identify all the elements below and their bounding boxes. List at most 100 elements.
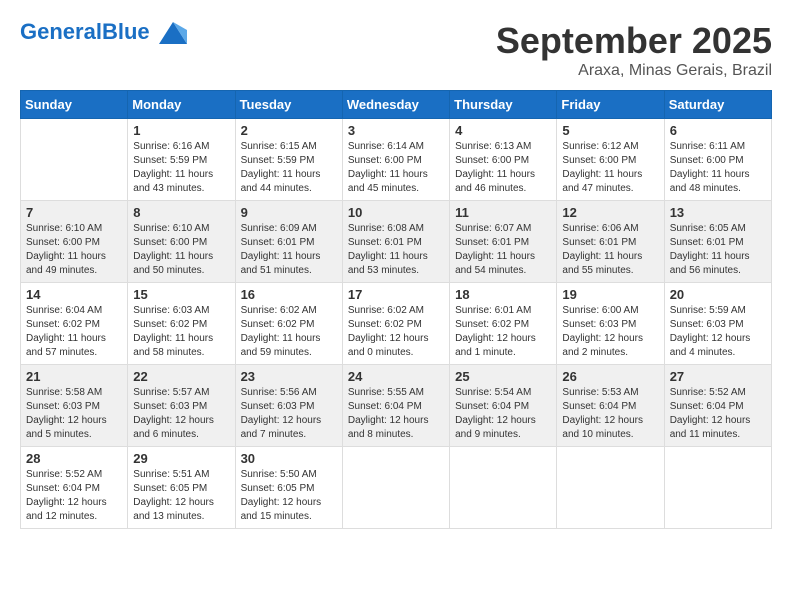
day-number: 13 xyxy=(670,205,766,220)
calendar-cell: 12 Sunrise: 6:06 AMSunset: 6:01 PMDayligh… xyxy=(557,201,664,283)
day-number: 4 xyxy=(455,123,551,138)
day-info: Sunrise: 6:12 AMSunset: 6:00 PMDaylight:… xyxy=(562,140,658,196)
calendar-cell: 23 Sunrise: 5:56 AMSunset: 6:03 PMDayligh… xyxy=(235,365,342,447)
calendar-cell xyxy=(450,447,557,529)
calendar-cell xyxy=(557,447,664,529)
calendar-cell: 26 Sunrise: 5:53 AMSunset: 6:04 PMDayligh… xyxy=(557,365,664,447)
calendar-cell: 18 Sunrise: 6:01 AMSunset: 6:02 PMDayligh… xyxy=(450,283,557,365)
day-number: 22 xyxy=(133,369,229,384)
calendar-table: SundayMondayTuesdayWednesdayThursdayFrid… xyxy=(20,90,772,529)
day-number: 9 xyxy=(241,205,337,220)
day-info: Sunrise: 5:52 AMSunset: 6:04 PMDaylight:… xyxy=(670,386,766,442)
logo-blue: Blue xyxy=(102,19,150,44)
day-number: 23 xyxy=(241,369,337,384)
calendar-cell: 10Sunrise: 6:08 AMSunset: 6:01 PMDayligh… xyxy=(342,201,449,283)
logo-icon xyxy=(159,22,187,44)
day-info: Sunrise: 6:02 AMSunset: 6:02 PMDaylight:… xyxy=(241,304,337,360)
calendar-cell: 13 Sunrise: 6:05 AMSunset: 6:01 PMDayligh… xyxy=(664,201,771,283)
calendar-cell xyxy=(664,447,771,529)
weekday-header-sunday: Sunday xyxy=(21,91,128,119)
calendar-cell: 4 Sunrise: 6:13 AMSunset: 6:00 PMDaylight… xyxy=(450,119,557,201)
calendar-cell: 6 Sunrise: 6:11 AMSunset: 6:00 PMDaylight… xyxy=(664,119,771,201)
day-info: Sunrise: 5:59 AMSunset: 6:03 PMDaylight:… xyxy=(670,304,766,360)
location-text: Araxa, Minas Gerais, Brazil xyxy=(496,62,772,80)
day-info: Sunrise: 6:16 AMSunset: 5:59 PMDaylight:… xyxy=(133,140,229,196)
calendar-cell xyxy=(342,447,449,529)
calendar-cell: 14 Sunrise: 6:04 AMSunset: 6:02 PMDayligh… xyxy=(21,283,128,365)
calendar-cell xyxy=(21,119,128,201)
day-info: Sunrise: 6:04 AMSunset: 6:02 PMDaylight:… xyxy=(26,304,122,360)
calendar-cell: 7 Sunrise: 6:10 AMSunset: 6:00 PMDaylight… xyxy=(21,201,128,283)
day-number: 15 xyxy=(133,287,229,302)
day-number: 3 xyxy=(348,123,444,138)
calendar-cell: 3 Sunrise: 6:14 AMSunset: 6:00 PMDaylight… xyxy=(342,119,449,201)
calendar-cell: 1 Sunrise: 6:16 AMSunset: 5:59 PMDaylight… xyxy=(128,119,235,201)
calendar-cell: 17Sunrise: 6:02 AMSunset: 6:02 PMDayligh… xyxy=(342,283,449,365)
day-number: 28 xyxy=(26,451,122,466)
day-number: 6 xyxy=(670,123,766,138)
calendar-cell: 30 Sunrise: 5:50 AMSunset: 6:05 PMDayligh… xyxy=(235,447,342,529)
day-info: Sunrise: 6:03 AMSunset: 6:02 PMDaylight:… xyxy=(133,304,229,360)
day-number: 11 xyxy=(455,205,551,220)
calendar-cell: 2Sunrise: 6:15 AMSunset: 5:59 PMDaylight… xyxy=(235,119,342,201)
day-number: 8 xyxy=(133,205,229,220)
weekday-header-thursday: Thursday xyxy=(450,91,557,119)
day-number: 27 xyxy=(670,369,766,384)
calendar-cell: 21Sunrise: 5:58 AMSunset: 6:03 PMDayligh… xyxy=(21,365,128,447)
day-info: Sunrise: 5:51 AMSunset: 6:05 PMDaylight:… xyxy=(133,468,229,524)
day-number: 17 xyxy=(348,287,444,302)
calendar-cell: 8 Sunrise: 6:10 AMSunset: 6:00 PMDaylight… xyxy=(128,201,235,283)
day-info: Sunrise: 6:11 AMSunset: 6:00 PMDaylight:… xyxy=(670,140,766,196)
day-info: Sunrise: 6:05 AMSunset: 6:01 PMDaylight:… xyxy=(670,222,766,278)
day-info: Sunrise: 6:10 AMSunset: 6:00 PMDaylight:… xyxy=(133,222,229,278)
calendar-cell: 25Sunrise: 5:54 AMSunset: 6:04 PMDayligh… xyxy=(450,365,557,447)
day-info: Sunrise: 6:13 AMSunset: 6:00 PMDaylight:… xyxy=(455,140,551,196)
day-info: Sunrise: 5:50 AMSunset: 6:05 PMDaylight:… xyxy=(241,468,337,524)
day-info: Sunrise: 6:14 AMSunset: 6:00 PMDaylight:… xyxy=(348,140,444,196)
day-info: Sunrise: 5:57 AMSunset: 6:03 PMDaylight:… xyxy=(133,386,229,442)
day-info: Sunrise: 5:55 AMSunset: 6:04 PMDaylight:… xyxy=(348,386,444,442)
calendar-week-row: 21Sunrise: 5:58 AMSunset: 6:03 PMDayligh… xyxy=(21,365,772,447)
day-info: Sunrise: 6:06 AMSunset: 6:01 PMDaylight:… xyxy=(562,222,658,278)
day-number: 14 xyxy=(26,287,122,302)
day-number: 24 xyxy=(348,369,444,384)
day-info: Sunrise: 5:52 AMSunset: 6:04 PMDaylight:… xyxy=(26,468,122,524)
weekday-header-tuesday: Tuesday xyxy=(235,91,342,119)
logo-general: General xyxy=(20,19,102,44)
day-number: 1 xyxy=(133,123,229,138)
day-number: 26 xyxy=(562,369,658,384)
logo-text: GeneralBlue xyxy=(20,20,187,44)
day-info: Sunrise: 5:56 AMSunset: 6:03 PMDaylight:… xyxy=(241,386,337,442)
calendar-cell: 22 Sunrise: 5:57 AMSunset: 6:03 PMDayligh… xyxy=(128,365,235,447)
day-info: Sunrise: 6:00 AMSunset: 6:03 PMDaylight:… xyxy=(562,304,658,360)
weekday-header-row: SundayMondayTuesdayWednesdayThursdayFrid… xyxy=(21,91,772,119)
day-number: 10 xyxy=(348,205,444,220)
day-info: Sunrise: 6:07 AMSunset: 6:01 PMDaylight:… xyxy=(455,222,551,278)
day-number: 12 xyxy=(562,205,658,220)
calendar-cell: 27 Sunrise: 5:52 AMSunset: 6:04 PMDayligh… xyxy=(664,365,771,447)
calendar-week-row: 1 Sunrise: 6:16 AMSunset: 5:59 PMDaylight… xyxy=(21,119,772,201)
calendar-cell: 5 Sunrise: 6:12 AMSunset: 6:00 PMDaylight… xyxy=(557,119,664,201)
calendar-cell: 28 Sunrise: 5:52 AMSunset: 6:04 PMDayligh… xyxy=(21,447,128,529)
day-info: Sunrise: 6:01 AMSunset: 6:02 PMDaylight:… xyxy=(455,304,551,360)
day-number: 5 xyxy=(562,123,658,138)
logo: GeneralBlue xyxy=(20,20,187,44)
weekday-header-friday: Friday xyxy=(557,91,664,119)
day-number: 30 xyxy=(241,451,337,466)
day-number: 25 xyxy=(455,369,551,384)
calendar-cell: 11 Sunrise: 6:07 AMSunset: 6:01 PMDayligh… xyxy=(450,201,557,283)
day-number: 20 xyxy=(670,287,766,302)
calendar-cell: 29Sunrise: 5:51 AMSunset: 6:05 PMDayligh… xyxy=(128,447,235,529)
calendar-week-row: 14 Sunrise: 6:04 AMSunset: 6:02 PMDayligh… xyxy=(21,283,772,365)
day-number: 18 xyxy=(455,287,551,302)
calendar-week-row: 28 Sunrise: 5:52 AMSunset: 6:04 PMDayligh… xyxy=(21,447,772,529)
calendar-cell: 15 Sunrise: 6:03 AMSunset: 6:02 PMDayligh… xyxy=(128,283,235,365)
day-number: 16 xyxy=(241,287,337,302)
day-info: Sunrise: 6:10 AMSunset: 6:00 PMDaylight:… xyxy=(26,222,122,278)
day-number: 7 xyxy=(26,205,122,220)
calendar-cell: 16 Sunrise: 6:02 AMSunset: 6:02 PMDayligh… xyxy=(235,283,342,365)
day-info: Sunrise: 5:53 AMSunset: 6:04 PMDaylight:… xyxy=(562,386,658,442)
weekday-header-monday: Monday xyxy=(128,91,235,119)
calendar-week-row: 7 Sunrise: 6:10 AMSunset: 6:00 PMDaylight… xyxy=(21,201,772,283)
calendar-cell: 20 Sunrise: 5:59 AMSunset: 6:03 PMDayligh… xyxy=(664,283,771,365)
